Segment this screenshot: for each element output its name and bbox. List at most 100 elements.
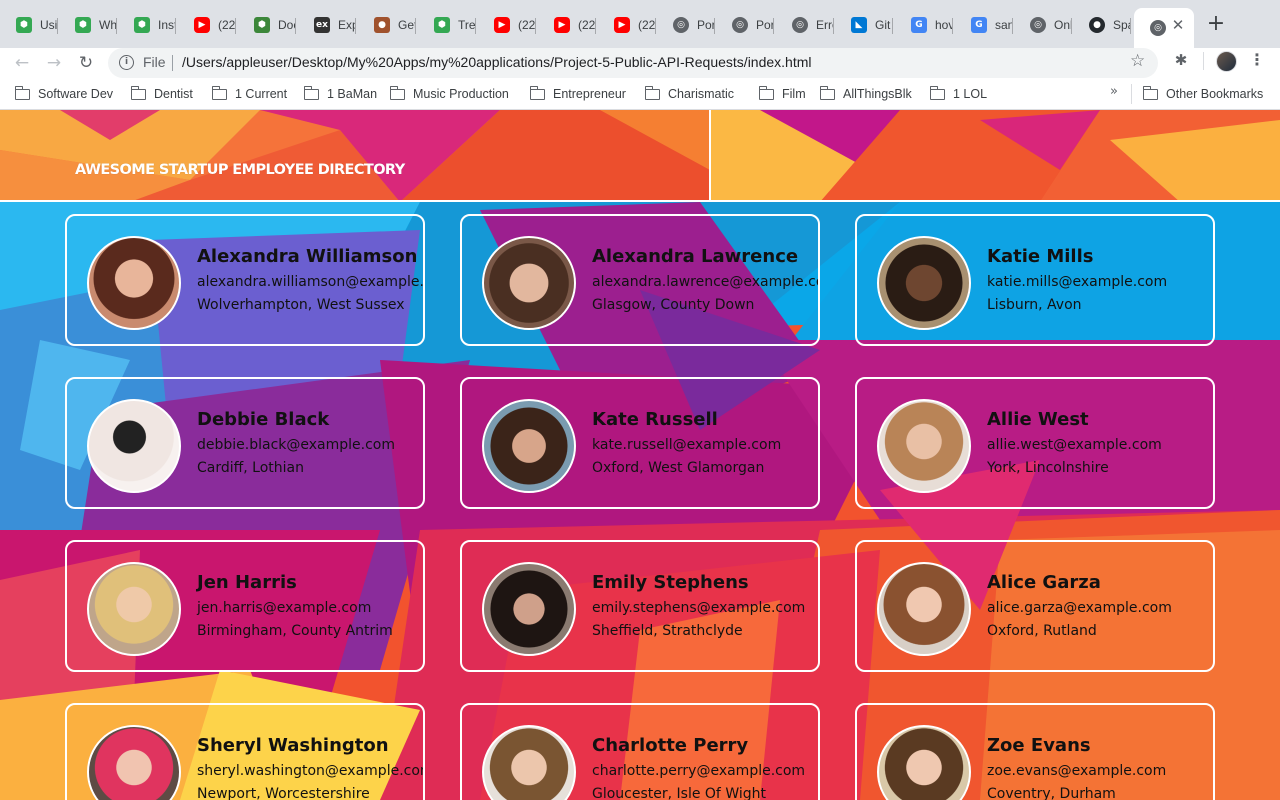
bookmark-item[interactable]: Music Production [389, 84, 509, 104]
employee-email: alexandra.williamson@example.com [197, 274, 424, 290]
bookmarks-separator [1131, 84, 1132, 104]
tab-label: Por [697, 17, 715, 32]
employee-card[interactable]: Alice Garza alice.garza@example.com Oxford… [855, 540, 1215, 672]
folder-icon [14, 85, 30, 100]
bookmark-item[interactable]: 1 LOL [929, 84, 987, 104]
menu-icon[interactable]: ⋮ [1249, 50, 1265, 70]
bookmark-star-icon[interactable]: ☆ [1130, 51, 1145, 71]
folder-icon [529, 85, 545, 100]
employee-email: debbie.black@example.com [197, 437, 395, 453]
bookmark-item[interactable]: Entrepreneur [529, 84, 626, 104]
employee-avatar [482, 725, 576, 800]
bookmark-label: Dentist [154, 87, 193, 101]
profile-avatar[interactable] [1216, 51, 1237, 72]
employee-name: Debbie Black [197, 409, 330, 430]
tab[interactable]: Ghov [895, 8, 953, 41]
tab[interactable]: ⬢ Tre [418, 8, 476, 41]
bookmark-item[interactable]: 1 BaMan [303, 84, 377, 104]
folder-icon [929, 85, 945, 100]
tab-label: Spa [1113, 17, 1131, 32]
tab-label: Tre [458, 17, 476, 32]
back-button[interactable]: ← [10, 51, 34, 75]
employee-name: Alexandra Williamson [197, 246, 418, 267]
bookmark-label: Charismatic [668, 87, 734, 101]
tab[interactable]: ⬢ Inst [118, 8, 176, 41]
ext-icon: ⬢ [75, 16, 91, 33]
youtube-icon: ▶ [494, 16, 510, 33]
tab-label: Inst [158, 17, 176, 32]
info-icon[interactable]: i [119, 55, 134, 70]
bookmark-item[interactable]: Software Dev [14, 84, 113, 104]
employee-avatar [877, 562, 971, 656]
employee-card[interactable]: Charlotte Perry charlotte.perry@example.c… [460, 703, 820, 800]
employee-card[interactable]: Sheryl Washington sheryl.washington@examp… [65, 703, 425, 800]
tab[interactable]: ex Exp [298, 8, 356, 41]
employee-email: alexandra.lawrence@example.com [592, 274, 820, 290]
employee-email: sheryl.washington@example.com [197, 763, 425, 779]
tab[interactable]: ◎ Por [657, 8, 715, 41]
employee-email: allie.west@example.com [987, 437, 1162, 453]
employee-name: Kate Russell [592, 409, 718, 430]
tab-label: Get [398, 17, 416, 32]
close-icon[interactable]: ✕ [1169, 16, 1187, 34]
extension-icon[interactable]: ✱ [1172, 51, 1190, 69]
employee-avatar [482, 236, 576, 330]
bookmark-item[interactable]: Charismatic [644, 84, 734, 104]
employee-card[interactable]: Debbie Black debbie.black@example.com Card… [65, 377, 425, 509]
new-tab-button[interactable]: + [1205, 13, 1227, 35]
bookmark-label: Music Production [413, 87, 509, 101]
github-icon: ● [1089, 16, 1105, 33]
employee-card[interactable]: Alexandra Lawrence alexandra.lawrence@exa… [460, 214, 820, 346]
google-icon: G [971, 16, 987, 33]
folder-icon [130, 85, 146, 100]
youtube-icon: ▶ [554, 16, 570, 33]
tab[interactable]: ◣ Git [835, 8, 893, 41]
toolbar-separator [1203, 52, 1204, 70]
tab[interactable]: ◎ Onl [1014, 8, 1072, 41]
employee-card[interactable]: Alexandra Williamson alexandra.williamson… [65, 214, 425, 346]
employee-name: Charlotte Perry [592, 735, 749, 756]
bookmark-label: Film [782, 87, 806, 101]
tab[interactable]: Gsan [955, 8, 1013, 41]
bookmark-item[interactable]: AllThingsBlk [819, 84, 912, 104]
tab-label: Usi [40, 17, 58, 32]
express-icon: ex [314, 16, 330, 33]
employee-location: Gloucester, Isle Of Wight [592, 786, 766, 800]
reload-button[interactable]: ↻ [74, 51, 98, 75]
tab-label: Exp [338, 17, 356, 32]
tab[interactable]: ▶ (22 [538, 8, 596, 41]
tab-label: Erro [816, 17, 834, 32]
tab[interactable]: ▶ (22 [598, 8, 656, 41]
forward-button[interactable]: → [42, 51, 66, 75]
employee-email: katie.mills@example.com [987, 274, 1168, 290]
tab[interactable]: ⬢ Usi [0, 8, 58, 41]
bookmark-item[interactable]: Film [758, 84, 806, 104]
employee-card[interactable]: Katie Mills katie.mills@example.com Lisbur… [855, 214, 1215, 346]
tab[interactable]: ⬢ Wh [59, 8, 117, 41]
employee-location: Cardiff, Lothian [197, 460, 305, 476]
employee-card[interactable]: Allie West allie.west@example.com York, Li… [855, 377, 1215, 509]
employee-card[interactable]: Kate Russell kate.russell@example.com Oxfo… [460, 377, 820, 509]
employee-location: York, Lincolnshire [987, 460, 1109, 476]
globe-icon: ◎ [792, 16, 808, 33]
employee-card[interactable]: Jen Harris jen.harris@example.com Birmingh… [65, 540, 425, 672]
tab[interactable]: ▶ (22 [478, 8, 536, 41]
tab[interactable]: ● Spa [1073, 8, 1131, 41]
tab[interactable]: ◎ Erro [776, 8, 834, 41]
bookmarks-more-icon[interactable]: » [1110, 84, 1118, 99]
address-bar[interactable]: i File /Users/appleuser/Desktop/My%20App… [108, 48, 1158, 78]
employee-card[interactable]: Emily Stephens emily.stephens@example.com… [460, 540, 820, 672]
tab[interactable]: ◎ Por [716, 8, 774, 41]
bookmark-item[interactable]: Dentist [130, 84, 193, 104]
bookmark-other[interactable]: Other Bookmarks [1142, 84, 1263, 104]
employee-email: emily.stephens@example.com [592, 600, 806, 616]
youtube-icon: ▶ [194, 16, 210, 33]
address-url[interactable]: /Users/appleuser/Desktop/My%20Apps/my%20… [182, 54, 812, 70]
tab[interactable]: ▶ (22 [178, 8, 236, 41]
tab-label: (22 [638, 17, 656, 32]
globe-icon: ◎ [673, 16, 689, 33]
tab[interactable]: ⬢ Doc [238, 8, 296, 41]
bookmark-item[interactable]: 1 Current [211, 84, 287, 104]
employee-card[interactable]: Zoe Evans zoe.evans@example.com Coventry, … [855, 703, 1215, 800]
tab[interactable]: ● Get [358, 8, 416, 41]
